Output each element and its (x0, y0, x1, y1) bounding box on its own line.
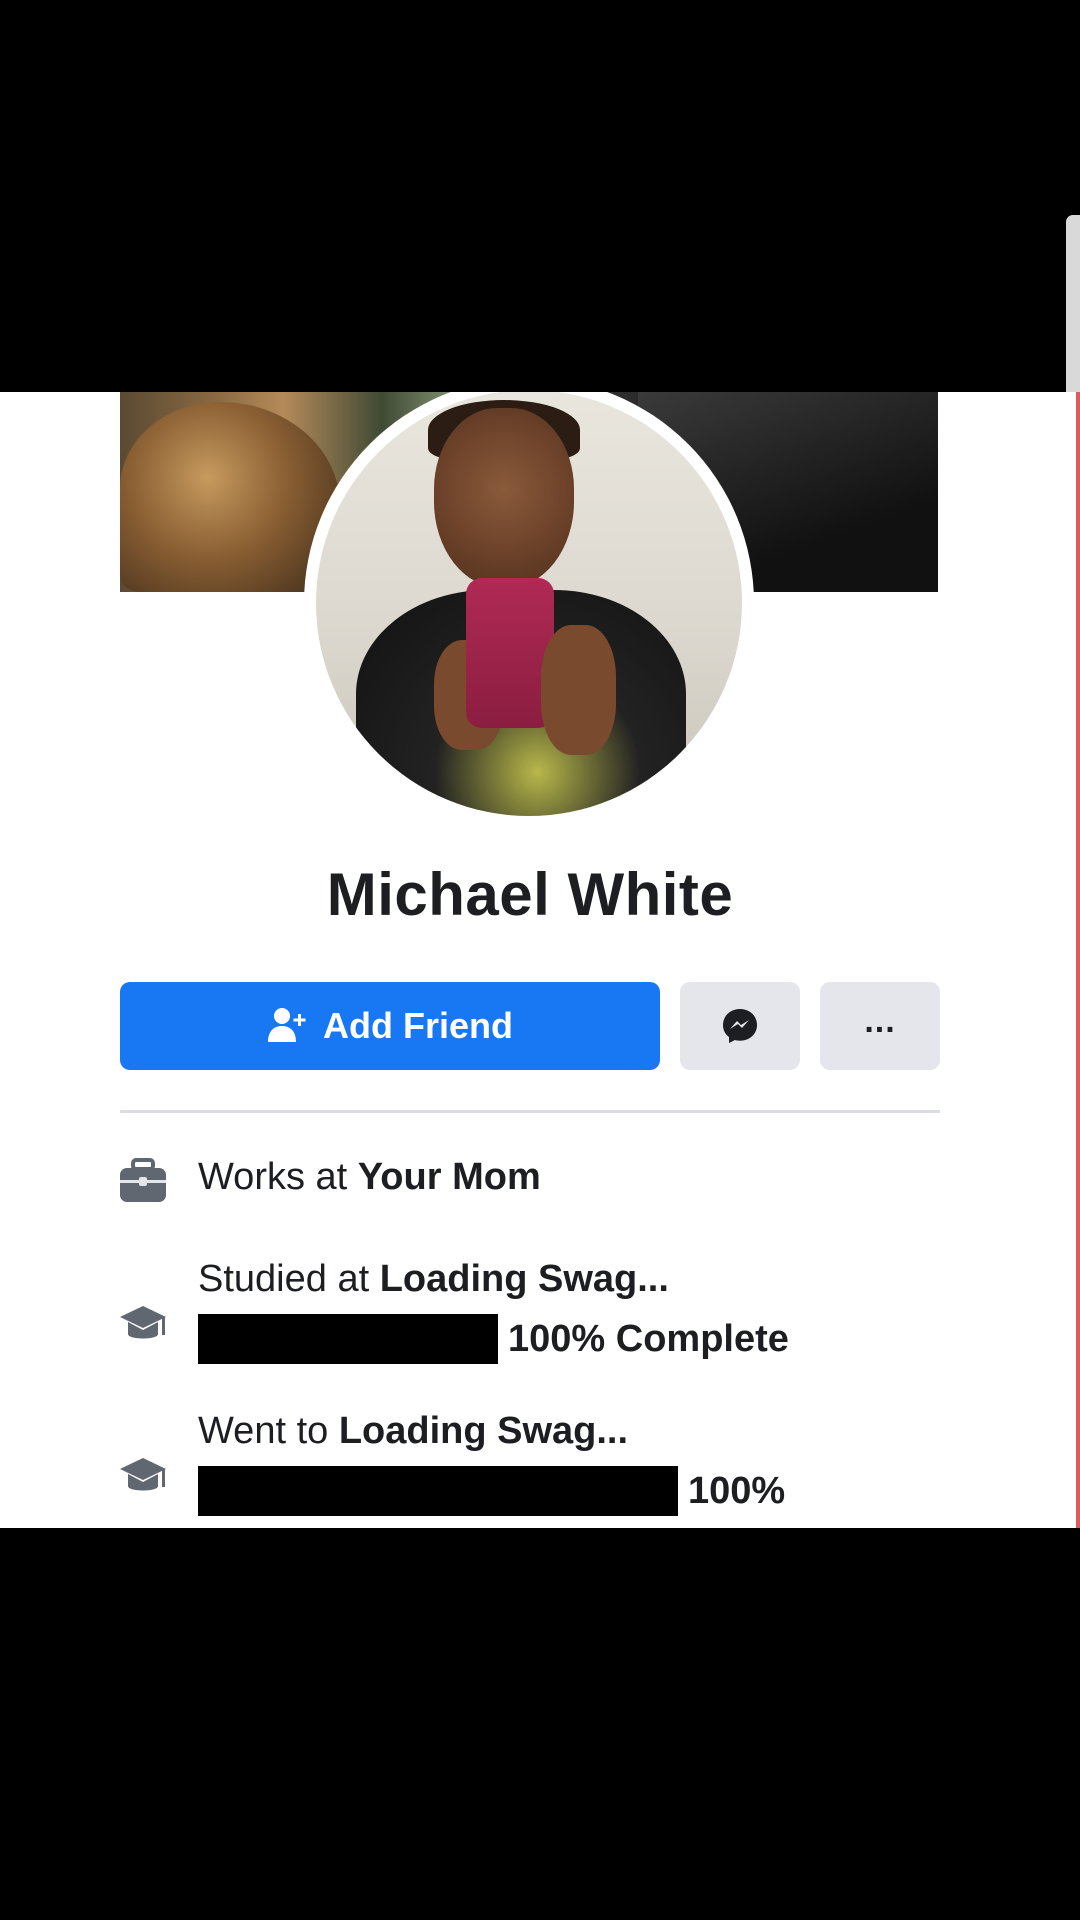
add-friend-label: Add Friend (323, 1005, 513, 1046)
messenger-icon (723, 1009, 757, 1043)
study-progress-bar (198, 1314, 498, 1364)
went-progress-track (198, 1466, 678, 1516)
went-prefix: Went to (198, 1410, 339, 1452)
study-progress-label: 100% Complete (508, 1317, 789, 1360)
graduation-cap-icon (120, 1458, 166, 1491)
edge-strip (1076, 392, 1080, 1528)
study-text: Studied at Loading Swag... (198, 1258, 669, 1301)
work-text: Works at Your Mom (198, 1156, 541, 1199)
study-place-link[interactable]: Loading Swag... (380, 1258, 669, 1300)
work-place-link[interactable]: Your Mom (358, 1156, 541, 1198)
graduation-cap-icon (120, 1306, 166, 1339)
study-progress-track (198, 1314, 498, 1364)
profile-screenshot: Michael White Add Friend ... Works at Yo… (0, 392, 1080, 1528)
photo-right-hand (541, 625, 616, 755)
info-row-work: Works at Your Mom (118, 1154, 998, 1214)
went-place-link[interactable]: Loading Swag... (339, 1410, 628, 1452)
went-progress: 100% (198, 1466, 785, 1516)
study-progress: 100% Complete (198, 1314, 789, 1364)
info-row-went: Went to Loading Swag... 100% (118, 1410, 998, 1528)
went-progress-label: 100% (688, 1469, 786, 1512)
more-options-icon: ... (864, 1002, 896, 1040)
photo-head (434, 408, 574, 588)
avatar[interactable] (304, 392, 754, 828)
more-options-button[interactable]: ... (820, 982, 940, 1070)
screen: Michael White Add Friend ... Works at Yo… (0, 0, 1080, 1920)
add-friend-button[interactable]: Add Friend (120, 982, 660, 1070)
went-text: Went to Loading Swag... (198, 1410, 628, 1453)
add-friend-icon (268, 1008, 306, 1042)
work-prefix: Works at (198, 1156, 358, 1198)
study-prefix: Studied at (198, 1258, 380, 1300)
profile-photo (316, 392, 742, 816)
went-progress-bar (198, 1466, 678, 1516)
briefcase-icon (120, 1158, 166, 1202)
messenger-button[interactable] (680, 982, 800, 1070)
info-row-study: Studied at Loading Swag... 100% Complete (118, 1258, 998, 1388)
divider (120, 1110, 940, 1113)
profile-name: Michael White (326, 861, 734, 928)
